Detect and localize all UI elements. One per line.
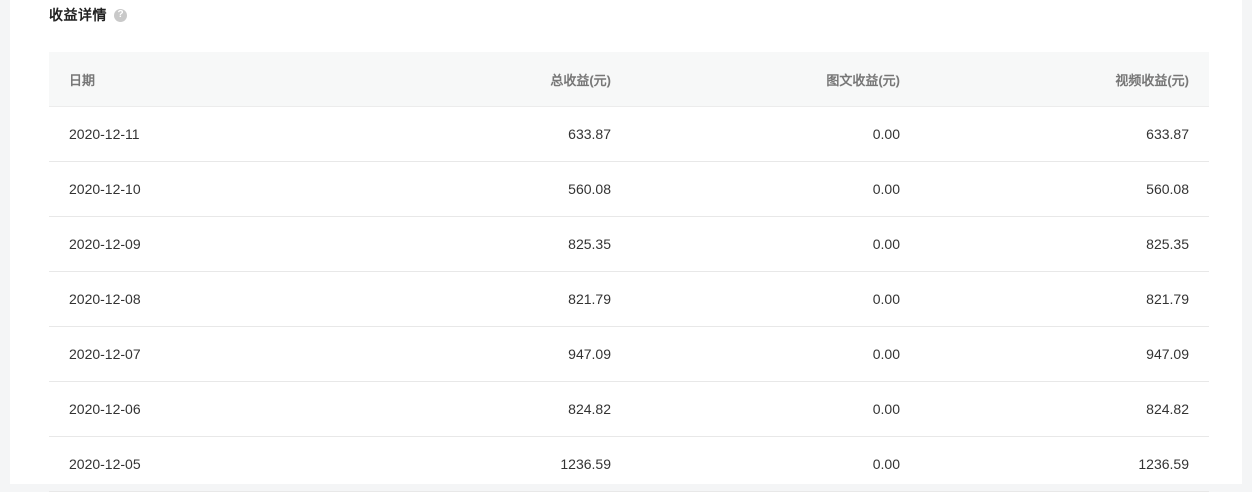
- cell-date: 2020-12-09: [69, 236, 141, 252]
- help-icon[interactable]: ?: [114, 8, 127, 22]
- column-header-video: 视频收益(元): [1115, 72, 1189, 88]
- cell-article: 0.00: [872, 181, 900, 197]
- table-row: 2020-12-11 633.87 0.00 633.87: [49, 107, 1209, 162]
- cell-total: 821.79: [568, 291, 611, 307]
- cell-video: 825.35: [1146, 236, 1189, 252]
- cell-total: 825.35: [568, 236, 611, 252]
- cell-video: 947.09: [1146, 346, 1189, 362]
- table-body: 2020-12-11 633.87 0.00 633.87 2020-12-10…: [49, 107, 1209, 492]
- earnings-panel: 收益详情 ? 日期 总收益(元) 图文收益(元) 视频收益(元) 2020-12…: [10, 0, 1242, 492]
- cell-article: 0.00: [872, 346, 900, 362]
- cell-article: 0.00: [872, 236, 900, 252]
- cell-video: 633.87: [1146, 126, 1189, 142]
- cell-video: 1236.59: [1138, 456, 1189, 472]
- cell-total: 824.82: [568, 401, 611, 417]
- cell-video: 821.79: [1146, 291, 1189, 307]
- table-row: 2020-12-09 825.35 0.00 825.35: [49, 217, 1209, 272]
- cell-total: 1236.59: [560, 456, 611, 472]
- cell-date: 2020-12-07: [69, 346, 141, 362]
- table-row: 2020-12-07 947.09 0.00 947.09: [49, 327, 1209, 382]
- cell-date: 2020-12-06: [69, 401, 141, 417]
- table-row: 2020-12-10 560.08 0.00 560.08: [49, 162, 1209, 217]
- cell-date: 2020-12-10: [69, 181, 141, 197]
- table-row: 2020-12-08 821.79 0.00 821.79: [49, 272, 1209, 327]
- table-header: 日期 总收益(元) 图文收益(元) 视频收益(元): [49, 52, 1209, 107]
- section-title: 收益详情: [49, 7, 107, 23]
- cell-total: 947.09: [568, 346, 611, 362]
- column-header-total: 总收益(元): [550, 72, 611, 88]
- column-header-date: 日期: [69, 72, 96, 88]
- cell-article: 0.00: [872, 456, 900, 472]
- column-header-article: 图文收益(元): [826, 72, 900, 88]
- earnings-table: 日期 总收益(元) 图文收益(元) 视频收益(元) 2020-12-11 633…: [49, 52, 1209, 492]
- cell-date: 2020-12-11: [69, 126, 140, 142]
- section-header: 收益详情 ?: [49, 5, 127, 25]
- cell-article: 0.00: [872, 401, 900, 417]
- cell-date: 2020-12-08: [69, 291, 141, 307]
- cell-video: 824.82: [1146, 401, 1189, 417]
- table-row: 2020-12-06 824.82 0.00 824.82: [49, 382, 1209, 437]
- cell-article: 0.00: [872, 126, 900, 142]
- cell-article: 0.00: [872, 291, 900, 307]
- cell-total: 560.08: [568, 181, 611, 197]
- cell-video: 560.08: [1146, 181, 1189, 197]
- cell-date: 2020-12-05: [69, 456, 141, 472]
- cell-total: 633.87: [568, 126, 611, 142]
